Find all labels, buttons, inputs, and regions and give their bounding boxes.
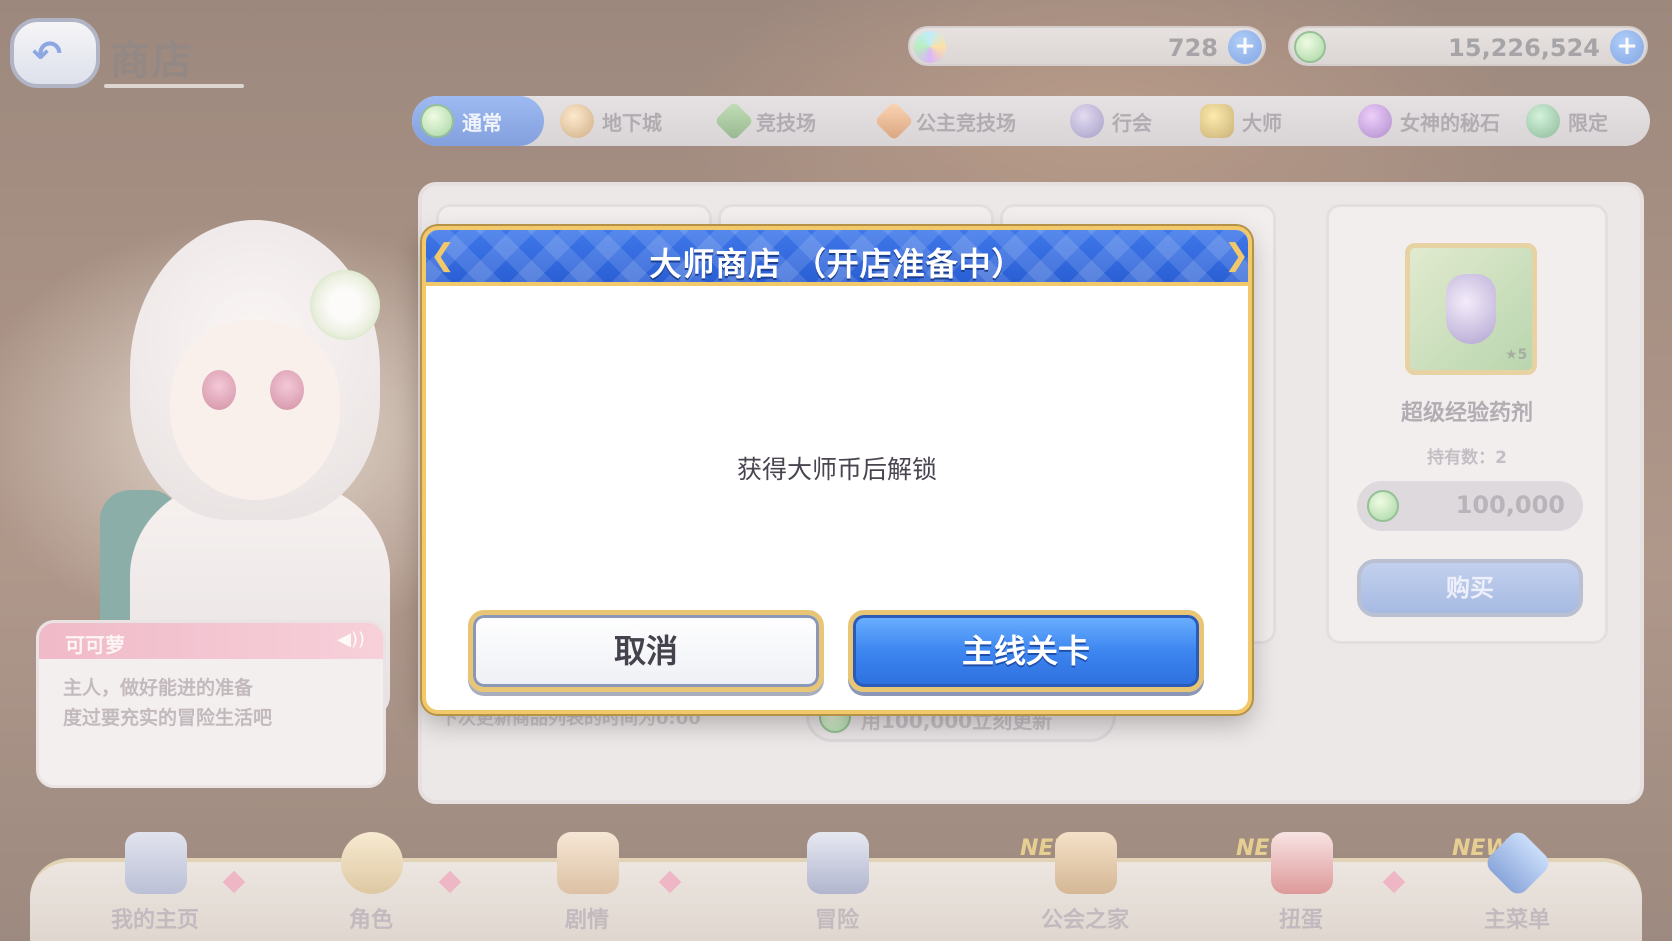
dialog-message: 获得大师币后解锁	[736, 455, 937, 484]
ornament-icon: ❯	[1224, 238, 1250, 273]
master-shop-dialog: ❮ 大师商店 （开店准备中） ❯ 获得大师币后解锁 取消 主线关卡	[422, 226, 1252, 714]
dialog-header: ❮ 大师商店 （开店准备中） ❯	[426, 230, 1248, 286]
dialog-title: 大师商店 （开店准备中）	[649, 245, 1025, 283]
main-quest-button[interactable]: 主线关卡	[848, 610, 1204, 692]
shop-screen: ↶ 商店 728 + 15,226,524 + 通常 地下城 竞技场 公主竞技场	[0, 0, 1672, 941]
cancel-button[interactable]: 取消	[468, 610, 824, 692]
